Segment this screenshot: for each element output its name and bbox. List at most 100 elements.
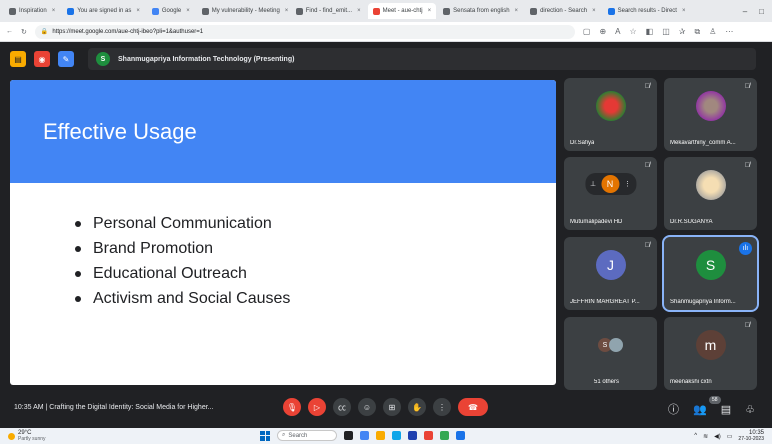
extension-icon[interactable]: ◧	[646, 27, 654, 37]
pin-icon[interactable]: ⊥	[590, 180, 596, 188]
favicon-icon	[67, 7, 75, 15]
chrome-icon[interactable]	[440, 431, 449, 440]
browser-tab[interactable]: direction - Search ×	[525, 3, 601, 19]
volume-icon[interactable]: ◀)	[714, 433, 721, 440]
edit-icon[interactable]: ✎	[58, 51, 74, 67]
browser-tab[interactable]: Google ×	[147, 3, 195, 19]
side-panel-controls: ⓘ 👥 58 ▤ ♧	[668, 395, 755, 417]
mic-off-icon: 🎙	[286, 402, 298, 412]
activities-icon[interactable]: ♧	[745, 403, 755, 416]
mic-off-icon: 🎙̸	[744, 162, 750, 169]
zoom-icon[interactable]: ⊕	[599, 27, 606, 37]
browser-tab-active[interactable]: Meet - aue-chtj ×	[367, 3, 437, 19]
browser-tab[interactable]: You are signed in as ×	[62, 3, 145, 19]
present-button[interactable]: ⊞	[383, 398, 401, 416]
mic-toggle-button[interactable]: 🎙	[283, 398, 301, 416]
minimize-icon[interactable]: –	[743, 7, 747, 16]
favorite-star-icon[interactable]: ☆	[629, 27, 636, 37]
slide-bullet: Educational Outreach	[75, 261, 556, 286]
close-tab-icon[interactable]: ×	[285, 8, 289, 14]
read-aloud-icon[interactable]: A	[615, 27, 620, 37]
browser-tab[interactable]: Search results - Direct ×	[603, 3, 691, 19]
url-field[interactable]: 🔒 https://meet.google.com/aue-chtj-ibeo?…	[34, 24, 575, 39]
camera-off-icon: ▷	[313, 402, 321, 412]
participant-tile[interactable]: 🎙̸ m meenakshi cxtn	[664, 317, 757, 390]
taskbar-search[interactable]: ⌕ Search	[277, 430, 337, 441]
app-icon[interactable]	[424, 431, 433, 440]
meeting-time: 10:35 AM	[14, 404, 44, 411]
meet-bottom-bar: 10:35 AM | Crafting the Digital Identity…	[0, 392, 772, 426]
back-icon[interactable]: ←	[6, 28, 13, 35]
edge-icon[interactable]	[392, 431, 401, 440]
browser-tab[interactable]: Inspiration ×	[4, 3, 60, 19]
activities-icon[interactable]: ▤	[10, 51, 26, 67]
info-icon[interactable]: ⓘ	[668, 401, 679, 417]
more-icon[interactable]: ⋯	[725, 27, 733, 37]
close-tab-icon[interactable]: ×	[592, 8, 596, 14]
favicon-icon	[372, 7, 380, 15]
chat-app-icon[interactable]	[360, 431, 369, 440]
window-controls: – □	[743, 7, 772, 16]
collections-icon[interactable]: ⧉	[694, 27, 700, 37]
mail-icon[interactable]	[456, 431, 465, 440]
browser-tab[interactable]: Sensata from english ×	[438, 3, 523, 19]
file-explorer-icon[interactable]	[376, 431, 385, 440]
browser-tab[interactable]: My vulnerability - Meeting ×	[197, 3, 289, 19]
participant-tile-others[interactable]: S 51 others	[564, 317, 657, 390]
close-tab-icon[interactable]: ×	[515, 8, 519, 14]
participant-tile[interactable]: 🎙̸ ⊥ N ⋮ Mutumalipadevi HD	[564, 157, 657, 230]
favorites-icon[interactable]: ✰	[679, 27, 686, 37]
people-button[interactable]: 👥 58	[693, 395, 721, 416]
profile-icon[interactable]: ♙	[709, 27, 716, 37]
close-tab-icon[interactable]: ×	[186, 8, 190, 14]
record-icon[interactable]: ◉	[34, 51, 50, 67]
search-icon: ⌕	[282, 432, 286, 438]
close-tab-icon[interactable]: ×	[357, 8, 361, 14]
mic-off-icon: 🎙̸	[744, 83, 750, 90]
participant-photo: N	[601, 175, 620, 193]
meeting-info: 10:35 AM | Crafting the Digital Identity…	[14, 404, 214, 411]
participant-photo	[609, 338, 623, 352]
taskbar-apps: ⌕ Search	[260, 430, 465, 441]
split-screen-icon[interactable]: ◫	[662, 27, 670, 37]
tile-hover-controls: ⊥ N ⋮	[584, 173, 637, 195]
chat-icon[interactable]: ▤	[721, 403, 731, 416]
participant-tile-speaking[interactable]: ılı S Shanmugapriya Inform...	[662, 235, 759, 312]
close-tab-icon[interactable]: ×	[682, 8, 686, 14]
mic-off-icon: 🎙̸	[644, 162, 650, 169]
camera-toggle-button[interactable]: ▷	[308, 398, 326, 416]
reactions-button[interactable]: ☺	[358, 398, 376, 416]
participant-avatar: m	[695, 330, 726, 360]
participant-tile[interactable]: 🎙̸ J JEFFRIN MARGREAT P...	[564, 237, 657, 310]
camera-icon[interactable]: ▢	[583, 27, 591, 37]
captions-button[interactable]: ㏄	[333, 398, 351, 416]
bullet-dot	[75, 220, 81, 227]
refresh-icon[interactable]: ↻	[21, 28, 27, 36]
more-options-button[interactable]: ⋮	[433, 398, 451, 416]
close-tab-icon[interactable]: ×	[52, 8, 56, 14]
clock[interactable]: 10:35 27-10-2023	[738, 430, 764, 442]
close-tab-icon[interactable]: ×	[428, 8, 432, 14]
raise-hand-button[interactable]: ✋	[408, 398, 426, 416]
maximize-icon[interactable]: □	[759, 7, 764, 16]
address-bar: ← ↻ 🔒 https://meet.google.com/aue-chtj-i…	[0, 22, 772, 42]
battery-icon[interactable]: ▭	[727, 433, 733, 440]
task-view-icon[interactable]	[344, 431, 353, 440]
browser-tab[interactable]: Find - find_emit... ×	[291, 3, 366, 19]
tray-expand-icon[interactable]: ^	[694, 433, 697, 439]
slide-bullet: Personal Communication	[75, 211, 556, 236]
weather-widget[interactable]: 29°C Partly sunny	[8, 430, 46, 442]
slide-bullet: Brand Promotion	[75, 236, 556, 261]
store-icon[interactable]	[408, 431, 417, 440]
windows-start-icon[interactable]	[260, 430, 270, 441]
mic-off-icon: 🎙̸	[744, 322, 750, 329]
tile-more-icon[interactable]: ⋮	[624, 180, 631, 188]
participant-tile[interactable]: 🎙̸ Dr.R.SUGANYA	[664, 157, 757, 230]
leave-call-button[interactable]: ☎	[458, 398, 488, 416]
captions-icon: ㏄	[338, 402, 346, 412]
favicon-icon	[607, 7, 615, 15]
participant-tile[interactable]: 🎙̸ Dr.Safiya	[564, 78, 657, 151]
close-tab-icon[interactable]: ×	[136, 8, 140, 14]
wifi-icon[interactable]: ≋	[703, 433, 708, 440]
participant-tile[interactable]: 🎙̸ Mekavarthiny_comm A...	[664, 78, 757, 151]
